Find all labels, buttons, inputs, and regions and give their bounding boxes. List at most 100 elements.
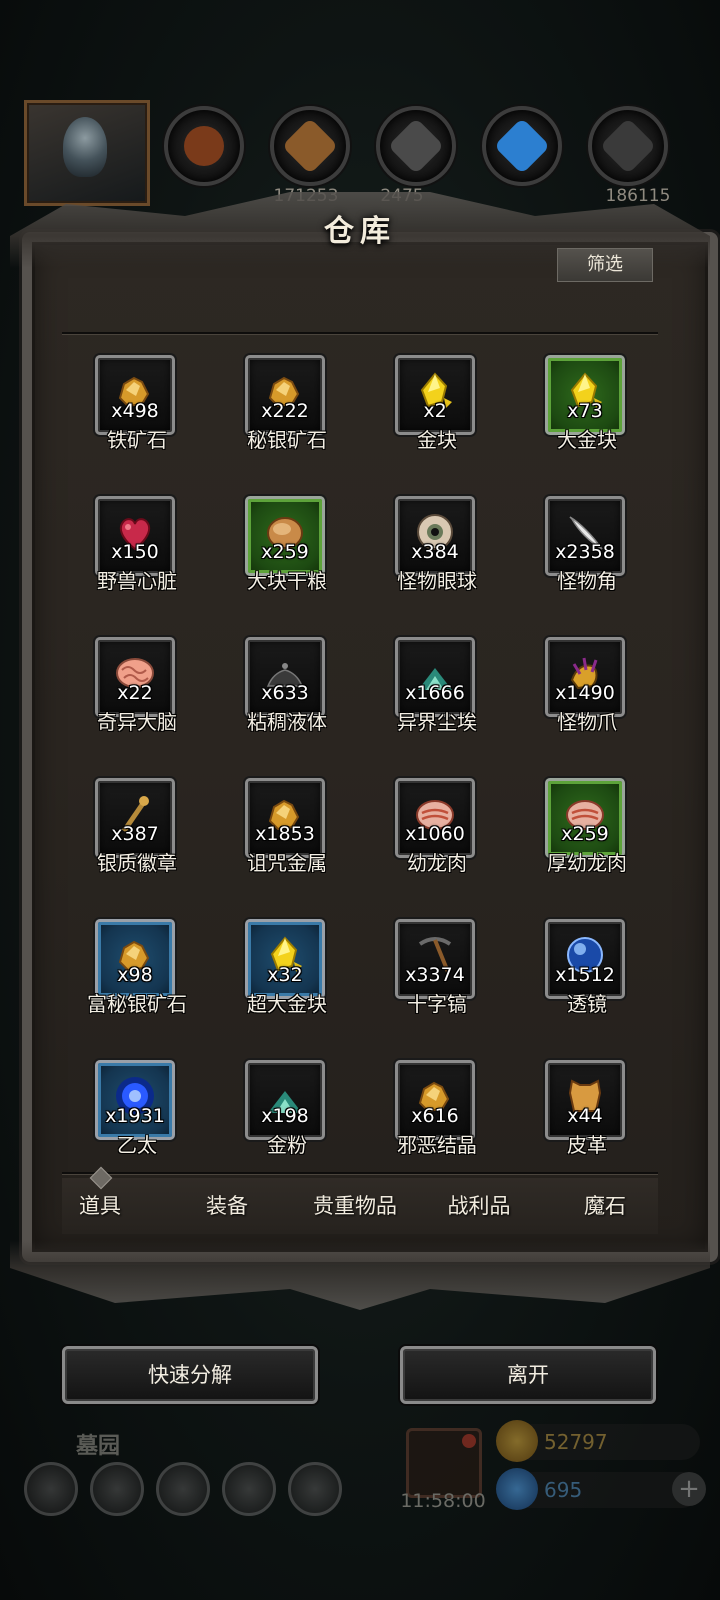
item-quantity: x3374 (405, 964, 465, 986)
item-frame (395, 919, 475, 999)
item-slot[interactable]: x98 富秘银矿石 (62, 900, 212, 1040)
iron-ingot-icon (588, 106, 668, 186)
item-slot[interactable]: x1060 幼龙肉 (362, 759, 512, 899)
item-name: 铁矿石 (107, 428, 167, 452)
leave-button[interactable]: 离开 (400, 1346, 656, 1404)
item-name: 乙太 (117, 1133, 157, 1157)
item-quantity: x222 (261, 400, 309, 422)
item-slot[interactable]: x259 大块干粮 (212, 477, 362, 617)
divider (62, 1172, 658, 1174)
item-name: 富秘银矿石 (87, 992, 187, 1016)
item-frame (95, 496, 175, 576)
item-name: 幼龙肉 (407, 851, 467, 875)
stone-brick-icon (376, 106, 456, 186)
item-slot[interactable]: x633 粘稠液体 (212, 618, 362, 758)
item-name: 透镜 (567, 992, 607, 1016)
item-frame (545, 919, 625, 999)
gold-amount: 52797 (544, 1430, 608, 1454)
item-name: 野兽心脏 (97, 569, 177, 593)
item-slot[interactable]: x2 金块 (362, 336, 512, 476)
item-quantity: x498 (111, 400, 159, 422)
item-name: 皮革 (567, 1133, 607, 1157)
item-frame (395, 496, 475, 576)
gold-coin-icon (496, 1420, 538, 1462)
notification-dot (462, 1434, 476, 1448)
tab-loot[interactable]: 战利品 (414, 1178, 544, 1234)
item-slot[interactable]: x3374 十字镐 (362, 900, 512, 1040)
resource-value: 186115 (605, 186, 671, 206)
item-slot[interactable]: x1931 乙太 (62, 1041, 212, 1168)
item-slot[interactable]: x616 邪恶结晶 (362, 1041, 512, 1168)
item-name: 大块干粮 (247, 569, 327, 593)
filter-button[interactable]: 筛选 (557, 248, 653, 282)
leather-pouch-icon (164, 106, 244, 186)
item-slot[interactable]: x259 厚幼龙肉 (512, 759, 658, 899)
tab-equipment[interactable]: 装备 (162, 1178, 292, 1234)
item-quantity: x387 (111, 823, 159, 845)
item-frame (545, 637, 625, 717)
item-frame (395, 637, 475, 717)
hero-portrait (24, 100, 150, 206)
item-slot[interactable]: x73 大金块 (512, 336, 658, 476)
tab-magic-stone[interactable]: 魔石 (540, 1178, 670, 1234)
gear-nav-icon (24, 1462, 78, 1516)
item-name: 怪物角 (557, 569, 617, 593)
item-frame (245, 355, 325, 435)
item-quantity: x384 (411, 541, 459, 563)
tab-valuables[interactable]: 贵重物品 (290, 1178, 420, 1234)
item-frame (245, 778, 325, 858)
gem-icon (496, 1468, 538, 1510)
area-name: 墓园 (76, 1434, 121, 1459)
item-slot[interactable]: x32 超大金块 (212, 900, 362, 1040)
item-name: 超大金块 (247, 992, 327, 1016)
item-quantity: x259 (561, 823, 609, 845)
item-name: 邪恶结晶 (397, 1133, 477, 1157)
item-quantity: x73 (567, 400, 603, 422)
item-slot[interactable]: x1666 异界尘埃 (362, 618, 512, 758)
item-frame (395, 778, 475, 858)
gate-nav-icon (156, 1462, 210, 1516)
quick-decompose-button[interactable]: 快速分解 (62, 1346, 318, 1404)
item-frame (95, 1060, 175, 1140)
item-quantity: x1853 (255, 823, 315, 845)
item-quantity: x1060 (405, 823, 465, 845)
item-slot[interactable]: x498 铁矿石 (62, 336, 212, 476)
mail-nav-icon (222, 1462, 276, 1516)
pentagram-nav-icon (90, 1462, 144, 1516)
item-name: 粘稠液体 (247, 710, 327, 734)
item-slot[interactable]: x44 皮革 (512, 1041, 658, 1168)
item-name: 怪物爪 (557, 710, 617, 734)
item-slot[interactable]: x1853 诅咒金属 (212, 759, 362, 899)
item-frame (95, 637, 175, 717)
item-slot[interactable]: x384 怪物眼球 (362, 477, 512, 617)
panel-title: 仓库 (324, 214, 396, 249)
item-frame (245, 637, 325, 717)
item-slot[interactable]: x150 野兽心脏 (62, 477, 212, 617)
wood-plank-icon (270, 106, 350, 186)
item-frame (245, 496, 325, 576)
item-slot[interactable]: x2358 怪物角 (512, 477, 658, 617)
item-slot[interactable]: x1490 怪物爪 (512, 618, 658, 758)
item-name: 大金块 (557, 428, 617, 452)
tab-items[interactable]: 道具 (62, 1178, 138, 1234)
item-name: 银质徽章 (97, 851, 177, 875)
item-slot[interactable]: x1512 透镜 (512, 900, 658, 1040)
item-frame (395, 355, 475, 435)
item-frame (545, 1060, 625, 1140)
item-quantity: x1931 (105, 1105, 165, 1127)
item-slot[interactable]: x198 金粉 (212, 1041, 362, 1168)
item-grid-scroll[interactable]: x498 铁矿石 x222 秘银矿石 x2 金块 x73 大金块 x150 野兽心脏 x259 大块干… (62, 336, 658, 1168)
item-name: 十字镐 (407, 992, 467, 1016)
blue-crystal-icon (482, 106, 562, 186)
item-frame (245, 1060, 325, 1140)
item-frame (95, 778, 175, 858)
item-quantity: x1512 (555, 964, 615, 986)
rune-nav-icon (288, 1462, 342, 1516)
item-quantity: x633 (261, 682, 309, 704)
item-name: 怪物眼球 (397, 569, 477, 593)
item-slot[interactable]: x387 银质徽章 (62, 759, 212, 899)
item-slot[interactable]: x222 秘银矿石 (212, 336, 362, 476)
item-frame (545, 778, 625, 858)
item-quantity: x32 (267, 964, 303, 986)
item-slot[interactable]: x22 奇异大脑 (62, 618, 212, 758)
